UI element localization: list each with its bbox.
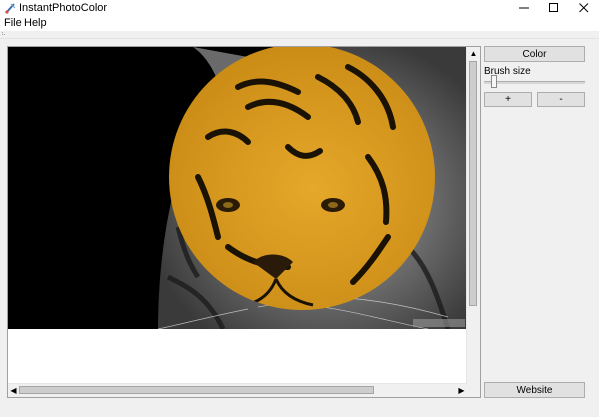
scroll-up-icon[interactable]: ▲	[468, 48, 479, 59]
menu-file[interactable]: File	[2, 17, 24, 30]
decrease-brush-button[interactable]: -	[537, 92, 585, 107]
toolstrip	[0, 31, 599, 39]
menu-help[interactable]: Help	[22, 17, 49, 30]
minimize-button[interactable]	[509, 0, 539, 16]
scrollbar-corner	[467, 384, 480, 397]
vertical-scrollbar[interactable]: ▲	[466, 47, 480, 384]
brush-size-slider-thumb[interactable]	[491, 75, 497, 88]
paintbrush-icon	[5, 3, 16, 14]
tiger-image[interactable]	[8, 47, 467, 329]
app-window: InstantPhotoColor File Help ▲ ◀ ▶ Color …	[0, 0, 599, 417]
horizontal-scrollbar[interactable]: ◀ ▶	[8, 383, 467, 397]
tiger-photo[interactable]	[8, 47, 467, 329]
scroll-right-icon[interactable]: ▶	[456, 385, 467, 396]
maximize-icon	[549, 3, 558, 12]
horizontal-scroll-thumb[interactable]	[19, 386, 374, 394]
close-icon	[579, 3, 589, 13]
brush-size-slider-track[interactable]	[484, 81, 585, 84]
menu-bar: File Help	[0, 16, 599, 31]
vertical-scroll-thumb[interactable]	[469, 61, 477, 306]
increase-brush-button[interactable]: +	[484, 92, 532, 107]
window-title: InstantPhotoColor	[19, 2, 108, 14]
scroll-left-icon[interactable]: ◀	[8, 385, 19, 396]
title-bar: InstantPhotoColor	[0, 0, 599, 16]
maximize-button[interactable]	[539, 0, 569, 16]
website-button[interactable]: Website	[484, 382, 585, 398]
toolstrip-grip-icon[interactable]	[2, 32, 6, 36]
close-button[interactable]	[569, 0, 599, 16]
color-button[interactable]: Color	[484, 46, 585, 62]
image-canvas-panel[interactable]: ▲ ◀ ▶	[7, 46, 481, 398]
minimize-icon	[519, 7, 529, 9]
